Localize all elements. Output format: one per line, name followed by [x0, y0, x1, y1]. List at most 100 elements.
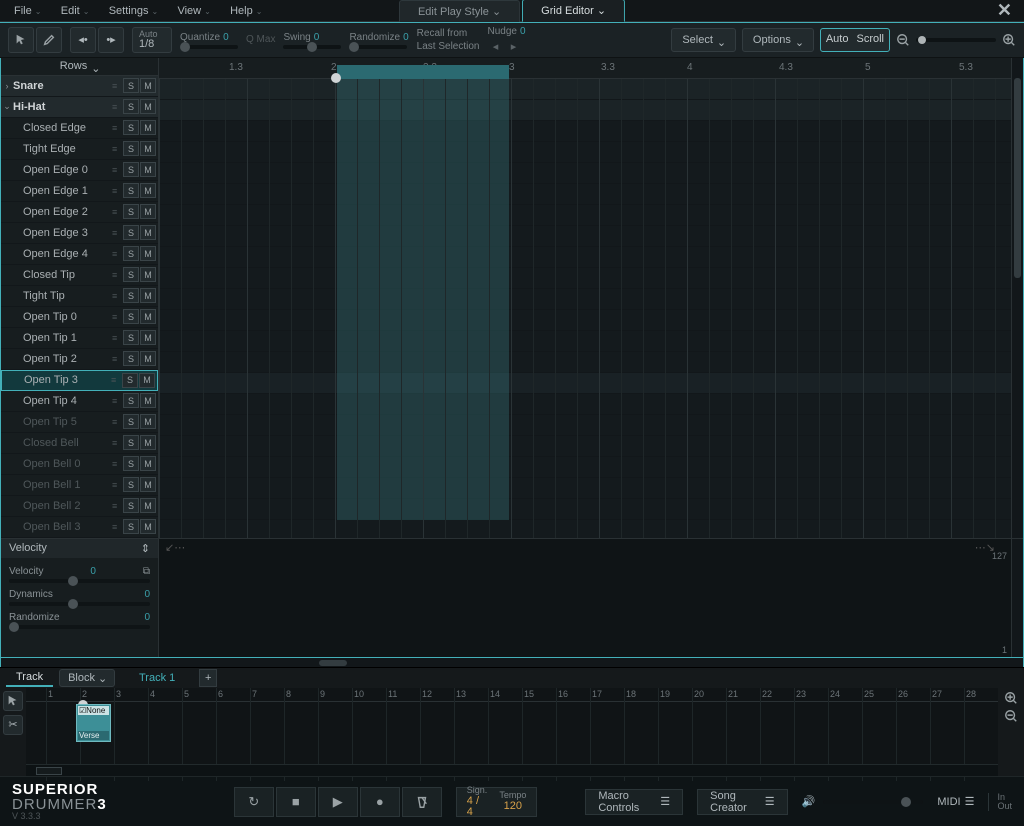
track-row[interactable]: ›Snare≡SM	[1, 76, 158, 97]
mute-button[interactable]: M	[140, 498, 156, 513]
grid-ruler[interactable]: 1.322.333.344.355.3	[159, 58, 1011, 79]
zoom-range[interactable]	[916, 38, 996, 42]
dynamics-slider[interactable]	[9, 602, 150, 606]
rows-dropdown[interactable]: Rows⌄	[1, 58, 158, 76]
grid-row[interactable]	[159, 79, 1011, 100]
solo-button[interactable]: S	[123, 288, 139, 303]
mute-button[interactable]: M	[140, 120, 156, 135]
menu-settings[interactable]: Settings⌄	[101, 3, 168, 19]
solo-button[interactable]: S	[123, 351, 139, 366]
midi-clip-verse[interactable]: ☑None Verse	[76, 704, 111, 742]
menu-file[interactable]: File⌄	[6, 3, 51, 19]
mute-button[interactable]: M	[140, 519, 156, 534]
mute-button[interactable]: M	[140, 225, 156, 240]
solo-button[interactable]: S	[123, 204, 139, 219]
track-row[interactable]: Open Tip 3≡SM	[1, 370, 158, 391]
track-row[interactable]: Open Edge 4≡SM	[1, 244, 158, 265]
randomize-slider[interactable]	[349, 45, 407, 49]
solo-button[interactable]: S	[123, 246, 139, 261]
prev-button[interactable]: ◂•	[70, 27, 96, 53]
zoom-in-icon[interactable]	[1002, 33, 1016, 47]
sign-tempo-display[interactable]: Sign.4 / 4 Tempo120	[456, 787, 538, 817]
solo-button[interactable]: S	[123, 162, 139, 177]
loop-button[interactable]: ↻	[234, 787, 274, 817]
track-row[interactable]: Open Bell 0≡SM	[1, 454, 158, 475]
grid-row[interactable]	[159, 205, 1011, 226]
tab-edit-play-style[interactable]: Edit Play Style ⌄	[399, 0, 520, 22]
grid-row[interactable]	[159, 394, 1011, 415]
macro-controls-button[interactable]: Macro Controls☰	[585, 789, 683, 815]
grid-row[interactable]	[159, 289, 1011, 310]
velocity-lane[interactable]: ↙⋯ ⋯↘ 127 1	[159, 539, 1011, 657]
nudge-fwd[interactable]: ▸	[506, 39, 522, 55]
stop-button[interactable]: ■	[276, 787, 316, 817]
pointer-tool[interactable]	[8, 27, 34, 53]
track-row[interactable]: Open Tip 5≡SM	[1, 412, 158, 433]
tv-zoom-out-icon[interactable]	[1004, 709, 1018, 723]
close-button[interactable]: ✕	[991, 0, 1018, 21]
mute-button[interactable]: M	[140, 99, 156, 114]
track-row[interactable]: Open Tip 0≡SM	[1, 307, 158, 328]
solo-button[interactable]: S	[123, 309, 139, 324]
track-row[interactable]: Closed Edge≡SM	[1, 118, 158, 139]
solo-button[interactable]: S	[123, 78, 139, 93]
grid-row[interactable]	[159, 268, 1011, 289]
grid-row[interactable]	[159, 121, 1011, 142]
song-creator-button[interactable]: Song Creator☰	[697, 789, 788, 815]
quantize-grid-dropdown[interactable]: Auto 1/8	[132, 27, 172, 53]
mute-button[interactable]: M	[140, 456, 156, 471]
mute-button[interactable]: M	[140, 330, 156, 345]
track-row[interactable]: Open Tip 4≡SM	[1, 391, 158, 412]
grid-row[interactable]	[159, 373, 1011, 394]
grid-row[interactable]	[159, 415, 1011, 436]
track-row[interactable]: Tight Tip≡SM	[1, 286, 158, 307]
add-track-button[interactable]: +	[199, 669, 217, 687]
track-row[interactable]: Open Bell 1≡SM	[1, 475, 158, 496]
song-timeline[interactable]: 1234567891011121314151617181920212223242…	[26, 688, 998, 776]
mute-button[interactable]: M	[140, 288, 156, 303]
mute-button[interactable]: M	[140, 246, 156, 261]
select-dropdown[interactable]: Select⌄	[671, 28, 736, 52]
track-row[interactable]: Open Edge 3≡SM	[1, 223, 158, 244]
track-row[interactable]: Open Tip 2≡SM	[1, 349, 158, 370]
track-row[interactable]: ⌄Hi-Hat≡SM	[1, 97, 158, 118]
grid-row[interactable]	[159, 457, 1011, 478]
play-button[interactable]: ▶	[318, 787, 358, 817]
solo-button[interactable]: S	[123, 519, 139, 534]
grid-row[interactable]	[159, 142, 1011, 163]
popout-icon[interactable]: ⧉	[143, 566, 150, 577]
volume-slider[interactable]	[823, 800, 923, 804]
velocity-scrollbar[interactable]	[1011, 539, 1023, 657]
mute-button[interactable]: M	[140, 141, 156, 156]
track-row[interactable]: Open Tip 1≡SM	[1, 328, 158, 349]
speaker-icon[interactable]: 🔊	[802, 795, 816, 808]
track-row[interactable]: Open Bell 2≡SM	[1, 496, 158, 517]
vertical-scrollbar[interactable]	[1011, 58, 1023, 538]
track-row[interactable]: Open Edge 0≡SM	[1, 160, 158, 181]
menu-view[interactable]: View⌄	[169, 3, 220, 19]
track-row[interactable]: Closed Tip≡SM	[1, 265, 158, 286]
midi-button[interactable]: MIDI☰	[937, 795, 974, 808]
solo-button[interactable]: S	[123, 120, 139, 135]
solo-button[interactable]: S	[123, 225, 139, 240]
mute-button[interactable]: M	[140, 414, 156, 429]
velocity-header[interactable]: Velocity⇕	[1, 539, 158, 558]
solo-button[interactable]: S	[123, 414, 139, 429]
tab-grid-editor[interactable]: Grid Editor ⌄	[522, 0, 625, 22]
metronome-button[interactable]	[402, 787, 442, 817]
nudge-back[interactable]: ◂	[488, 39, 504, 55]
solo-button[interactable]: S	[123, 99, 139, 114]
grid-row[interactable]	[159, 520, 1011, 538]
solo-button[interactable]: S	[123, 498, 139, 513]
song-minimap[interactable]	[26, 764, 998, 776]
solo-button[interactable]: S	[123, 393, 139, 408]
mute-button[interactable]: M	[140, 393, 156, 408]
mute-button[interactable]: M	[140, 78, 156, 93]
options-dropdown[interactable]: Options⌄	[742, 28, 814, 52]
grid-row[interactable]	[159, 100, 1011, 121]
swing-slider[interactable]	[283, 45, 341, 49]
mute-button[interactable]: M	[140, 351, 156, 366]
tv-cut-tool[interactable]: ✂	[3, 715, 23, 735]
solo-button[interactable]: S	[123, 330, 139, 345]
mute-button[interactable]: M	[140, 183, 156, 198]
